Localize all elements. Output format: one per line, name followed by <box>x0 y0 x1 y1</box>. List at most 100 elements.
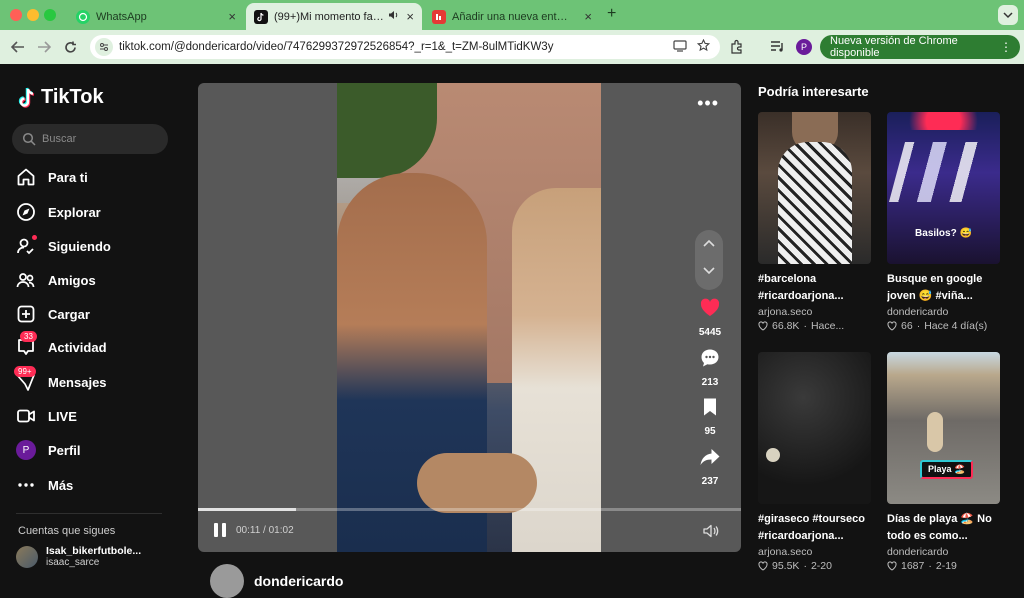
search-input[interactable]: Buscar <box>12 124 168 154</box>
site-settings-icon[interactable] <box>95 38 113 56</box>
video-meta: 95.5K · 2-20 <box>758 560 871 572</box>
like-button[interactable]: 5445 <box>690 297 730 338</box>
video-thumbnail[interactable] <box>758 112 871 264</box>
sidebar-item-label: Amigos <box>48 272 96 288</box>
video-caption: Busque en google joven 😅 #viña... <box>887 273 983 302</box>
share-button[interactable]: 237 <box>690 446 730 487</box>
sidebar-item-label: Mensajes <box>48 374 107 390</box>
sidebar-item-label: Explorar <box>48 204 101 220</box>
speaker-icon[interactable] <box>388 10 400 23</box>
close-tab-icon[interactable]: × <box>400 9 414 24</box>
browser-toolbar: tiktok.com/@dondericardo/video/747629937… <box>0 30 1024 64</box>
messages-icon: 99+ <box>14 366 36 392</box>
sidebar-item-explorar[interactable]: Explorar <box>16 199 176 225</box>
sidebar-item-label: Para ti <box>48 169 88 185</box>
tab-search-button[interactable] <box>998 5 1018 25</box>
video-caption: #barcelona #ricardoarjona... <box>758 273 844 302</box>
chrome-update-button[interactable]: Nueva versión de Chrome disponible ⋮ <box>820 35 1020 59</box>
tab-title: WhatsApp <box>96 10 147 23</box>
video-author[interactable]: dondericardo <box>210 564 343 598</box>
heart-outline-icon <box>758 321 768 331</box>
tab-tiktok[interactable]: (99+)Mi momento fandom × <box>246 3 422 30</box>
cast-icon[interactable] <box>673 39 687 55</box>
volume-button[interactable] <box>703 524 719 538</box>
recommended-video-card[interactable]: #barcelona #ricardoarjona... arjona.seco… <box>758 112 871 332</box>
sidebar-item-label: Actividad <box>48 339 107 355</box>
video-author-name[interactable]: dondericardo <box>887 306 1000 318</box>
pause-button[interactable] <box>214 523 226 537</box>
close-tab-icon[interactable]: × <box>222 9 236 24</box>
tab-whatsapp[interactable]: WhatsApp × <box>68 3 244 30</box>
bookmark-star-icon[interactable] <box>696 38 711 55</box>
following-account-handle: isaac_sarce <box>46 557 100 568</box>
tiktok-icon <box>254 9 268 24</box>
sidebar-item-para-ti[interactable]: Para ti <box>16 164 176 190</box>
video-progress-fill <box>198 508 296 511</box>
separator: · <box>928 560 932 572</box>
video-frame[interactable] <box>337 83 601 552</box>
video-navigation <box>695 230 723 290</box>
video-author-name[interactable]: arjona.seco <box>758 306 871 318</box>
sidebar-item-cargar[interactable]: Cargar <box>16 301 176 327</box>
video-author-name[interactable]: arjona.seco <box>758 546 871 558</box>
video-thumbnail[interactable]: Basilos? 😅 <box>887 112 1000 264</box>
sidebar-item-actividad[interactable]: 33 Actividad <box>16 331 176 360</box>
sidebar-item-mensajes[interactable]: 99+ Mensajes <box>14 366 176 395</box>
recommended-video-card[interactable]: Playa 🏖️ Días de playa 🏖️ No todo es com… <box>887 352 1000 572</box>
following-account[interactable]: Isak_bikerfutbole... isaac_sarce <box>16 545 142 568</box>
like-count: 1687 <box>901 560 925 572</box>
sidebar-item-live[interactable]: LIVE <box>16 403 176 429</box>
video-date: 2-20 <box>810 560 832 572</box>
profile-avatar: P <box>16 440 36 460</box>
video-thumbnail[interactable] <box>758 352 871 504</box>
sidebar-item-amigos[interactable]: Amigos <box>16 267 176 293</box>
reload-button[interactable] <box>60 37 80 57</box>
tab-blog-editor[interactable]: Añadir una nueva entrada < r × <box>424 3 600 30</box>
sidebar: TikTok Buscar Para ti Explorar Siguiendo… <box>0 64 180 576</box>
avatar <box>210 564 244 598</box>
search-icon <box>22 132 36 146</box>
close-window-button[interactable] <box>10 9 22 21</box>
minimize-window-button[interactable] <box>27 9 39 21</box>
forward-button[interactable] <box>34 37 54 57</box>
sidebar-item-perfil[interactable]: P Perfil <box>16 437 176 463</box>
chevron-down-icon <box>703 267 715 275</box>
more-vertical-icon[interactable]: ⋮ <box>1000 40 1012 54</box>
video-date: Hace 4 día(s) <box>924 320 988 332</box>
url-text[interactable]: tiktok.com/@dondericardo/video/747629937… <box>119 41 673 53</box>
heart-outline-icon <box>758 561 768 571</box>
video-more-options-icon[interactable]: ••• <box>697 93 719 114</box>
video-thumbnail[interactable]: Playa 🏖️ <box>887 352 1000 504</box>
thumbnail-overlay-text: Basilos? 😅 <box>915 228 972 239</box>
comment-button[interactable]: 213 <box>690 347 730 388</box>
video-author-name[interactable]: dondericardo <box>887 546 1000 558</box>
video-player[interactable]: ••• 5445 213 95 237 00:11 / 01:02 <box>198 83 741 552</box>
sidebar-item-mas[interactable]: Más <box>16 472 176 498</box>
new-tab-button[interactable]: + <box>607 5 616 23</box>
logo-text: TikTok <box>41 86 104 108</box>
video-controls: 00:11 / 01:02 <box>214 523 294 537</box>
back-button[interactable] <box>8 37 28 57</box>
video-progress-bar[interactable] <box>198 508 741 511</box>
media-controls-icon[interactable] <box>770 40 785 58</box>
tiktok-page: TikTok Buscar Para ti Explorar Siguiendo… <box>0 64 1024 598</box>
notification-dot <box>32 235 37 240</box>
address-bar[interactable]: tiktok.com/@dondericardo/video/747629937… <box>90 35 720 59</box>
sidebar-item-label: Cargar <box>48 306 90 322</box>
maximize-window-button[interactable] <box>44 9 56 21</box>
sidebar-item-label: Más <box>48 477 74 493</box>
profile-avatar-button[interactable]: P <box>796 39 812 55</box>
tiktok-logo[interactable]: TikTok <box>18 86 104 109</box>
share-count: 237 <box>701 476 719 487</box>
sidebar-item-siguiendo[interactable]: Siguiendo <box>16 233 176 259</box>
next-video-button[interactable] <box>695 264 723 278</box>
like-count: 66.8K <box>772 320 800 332</box>
recommended-video-card[interactable]: #giraseco #tourseco #ricardoarjona... ar… <box>758 352 871 572</box>
following-account-name: Isak_bikerfutbole... <box>46 545 142 557</box>
previous-video-button[interactable] <box>695 236 723 250</box>
save-button[interactable]: 95 <box>690 396 730 437</box>
recommended-video-card[interactable]: Basilos? 😅 Busque en google joven 😅 #viñ… <box>887 112 1000 332</box>
close-tab-icon[interactable]: × <box>578 9 592 24</box>
extensions-icon[interactable] <box>729 39 744 59</box>
comment-icon <box>701 349 719 367</box>
